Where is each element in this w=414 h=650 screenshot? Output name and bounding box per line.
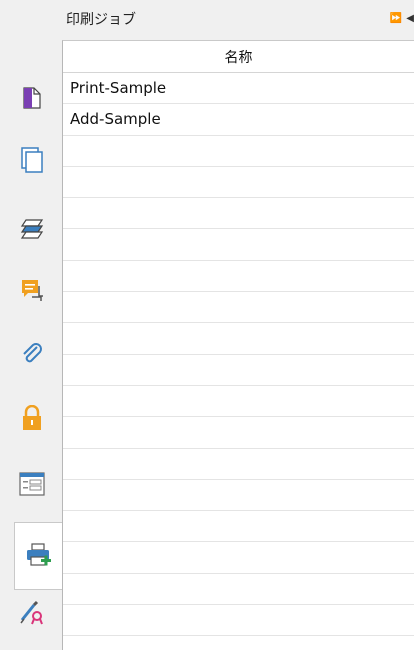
comments-icon <box>20 278 44 302</box>
panel-title: 印刷ジョブ <box>66 12 136 28</box>
form-fields-icon <box>19 472 45 496</box>
table-row[interactable] <box>63 167 414 199</box>
table-row[interactable] <box>63 261 414 293</box>
table-row[interactable] <box>63 511 414 543</box>
rail-item-print-jobs[interactable] <box>14 522 62 590</box>
table-row[interactable] <box>63 229 414 261</box>
rail-item-comments[interactable] <box>14 272 50 308</box>
table-row[interactable] <box>63 449 414 480</box>
grid-rows: Print-Sample Add-Sample <box>63 73 414 637</box>
collapse-panel-icon[interactable]: ◀ <box>406 12 414 26</box>
rail-item-form-fields[interactable] <box>14 466 50 502</box>
attachment-icon <box>20 342 44 366</box>
print-jobs-icon <box>25 543 53 569</box>
table-row[interactable] <box>63 198 414 230</box>
rail-item-signature[interactable] <box>14 594 50 630</box>
table-row[interactable]: Add-Sample <box>63 104 414 136</box>
table-row[interactable]: Print-Sample <box>63 73 414 105</box>
table-row[interactable] <box>63 417 414 449</box>
rail-item-pages[interactable] <box>14 142 50 178</box>
print-jobs-grid: 名称 Print-Sample Add-Sample <box>62 40 414 650</box>
print-jobs-panel-window: 印刷ジョブ ⏩ ◀ 名称 Print-Sample Add-Sample <box>0 0 414 650</box>
expand-panel-icon[interactable]: ⏩ <box>390 12 402 26</box>
column-header-name[interactable]: 名称 <box>63 41 414 73</box>
table-row[interactable] <box>63 323 414 355</box>
table-row[interactable] <box>63 355 414 386</box>
signature-icon <box>19 599 45 625</box>
rail-item-security[interactable] <box>14 400 50 436</box>
panel-controls: ⏩ ◀ <box>390 12 414 26</box>
lock-icon <box>21 405 43 431</box>
panel-header: 印刷ジョブ ⏩ ◀ <box>62 0 414 40</box>
rail-item-layers[interactable] <box>14 210 50 246</box>
sidebar-rail <box>0 0 62 650</box>
table-row[interactable] <box>63 136 414 167</box>
table-row[interactable] <box>63 292 414 324</box>
layers-icon <box>20 217 44 239</box>
pages-icon <box>21 147 43 173</box>
table-row[interactable] <box>63 574 414 606</box>
rail-item-page[interactable] <box>14 80 50 116</box>
table-row[interactable] <box>63 605 414 637</box>
rail-item-attachments[interactable] <box>14 336 50 372</box>
page-icon <box>23 87 41 109</box>
table-row[interactable] <box>63 386 414 418</box>
table-row[interactable] <box>63 480 414 512</box>
table-row[interactable] <box>63 542 414 574</box>
